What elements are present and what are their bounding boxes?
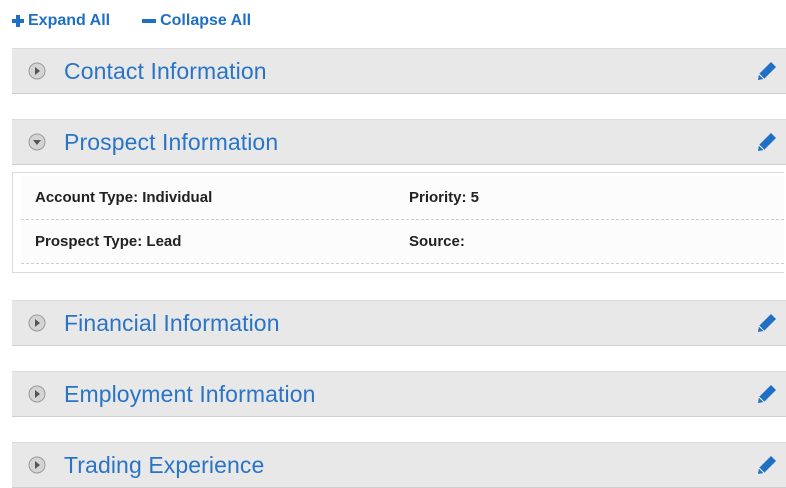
- account-type-field: Account Type: Individual: [35, 189, 213, 206]
- prospect-type-field: Prospect Type: Lead: [35, 233, 182, 250]
- circle-arrow-right-icon[interactable]: [28, 456, 46, 474]
- section-title: Financial Information: [64, 309, 280, 336]
- section-prospect-information: Prospect Information Account Type: Indiv…: [12, 119, 786, 273]
- circle-arrow-right-icon[interactable]: [28, 314, 46, 332]
- pencil-icon[interactable]: [756, 454, 778, 476]
- pencil-icon[interactable]: [756, 312, 778, 334]
- section-header-employment[interactable]: Employment Information: [12, 371, 786, 417]
- circle-arrow-right-icon[interactable]: [28, 385, 46, 403]
- field-row: Prospect Type: Lead Source:: [21, 220, 784, 264]
- section-header-contact[interactable]: Contact Information: [12, 48, 786, 94]
- plus-icon: [12, 15, 24, 27]
- priority-field: Priority: 5: [409, 189, 480, 206]
- section-title: Employment Information: [64, 380, 316, 407]
- collapse-all-label: Collapse All: [160, 12, 252, 29]
- section-title: Prospect Information: [64, 128, 279, 155]
- pencil-icon[interactable]: [756, 60, 778, 82]
- section-title: Contact Information: [64, 57, 267, 84]
- expand-all-label: Expand All: [28, 12, 111, 29]
- circle-arrow-right-icon[interactable]: [28, 62, 46, 80]
- section-financial-information: Financial Information: [12, 300, 786, 346]
- pencil-icon[interactable]: [756, 383, 778, 405]
- pencil-icon[interactable]: [756, 131, 778, 153]
- toolbar: Expand All Collapse All: [12, 10, 251, 32]
- collapse-all-link[interactable]: Collapse All: [140, 12, 251, 30]
- source-field: Source:: [409, 233, 465, 250]
- section-employment-information: Employment Information: [12, 371, 786, 417]
- field-row: Account Type: Individual Priority: 5: [21, 176, 784, 220]
- minus-icon: [142, 19, 157, 23]
- section-header-trading[interactable]: Trading Experience: [12, 442, 786, 488]
- section-header-financial[interactable]: Financial Information: [12, 300, 786, 346]
- section-contact-information: Contact Information: [12, 48, 786, 94]
- circle-arrow-down-icon[interactable]: [28, 133, 46, 151]
- expand-all-link[interactable]: Expand All: [12, 12, 110, 30]
- prospect-details-panel: Account Type: Individual Priority: 5 Pro…: [12, 172, 784, 273]
- section-trading-experience: Trading Experience: [12, 442, 786, 488]
- section-title: Trading Experience: [64, 451, 265, 478]
- section-header-prospect[interactable]: Prospect Information: [12, 119, 786, 165]
